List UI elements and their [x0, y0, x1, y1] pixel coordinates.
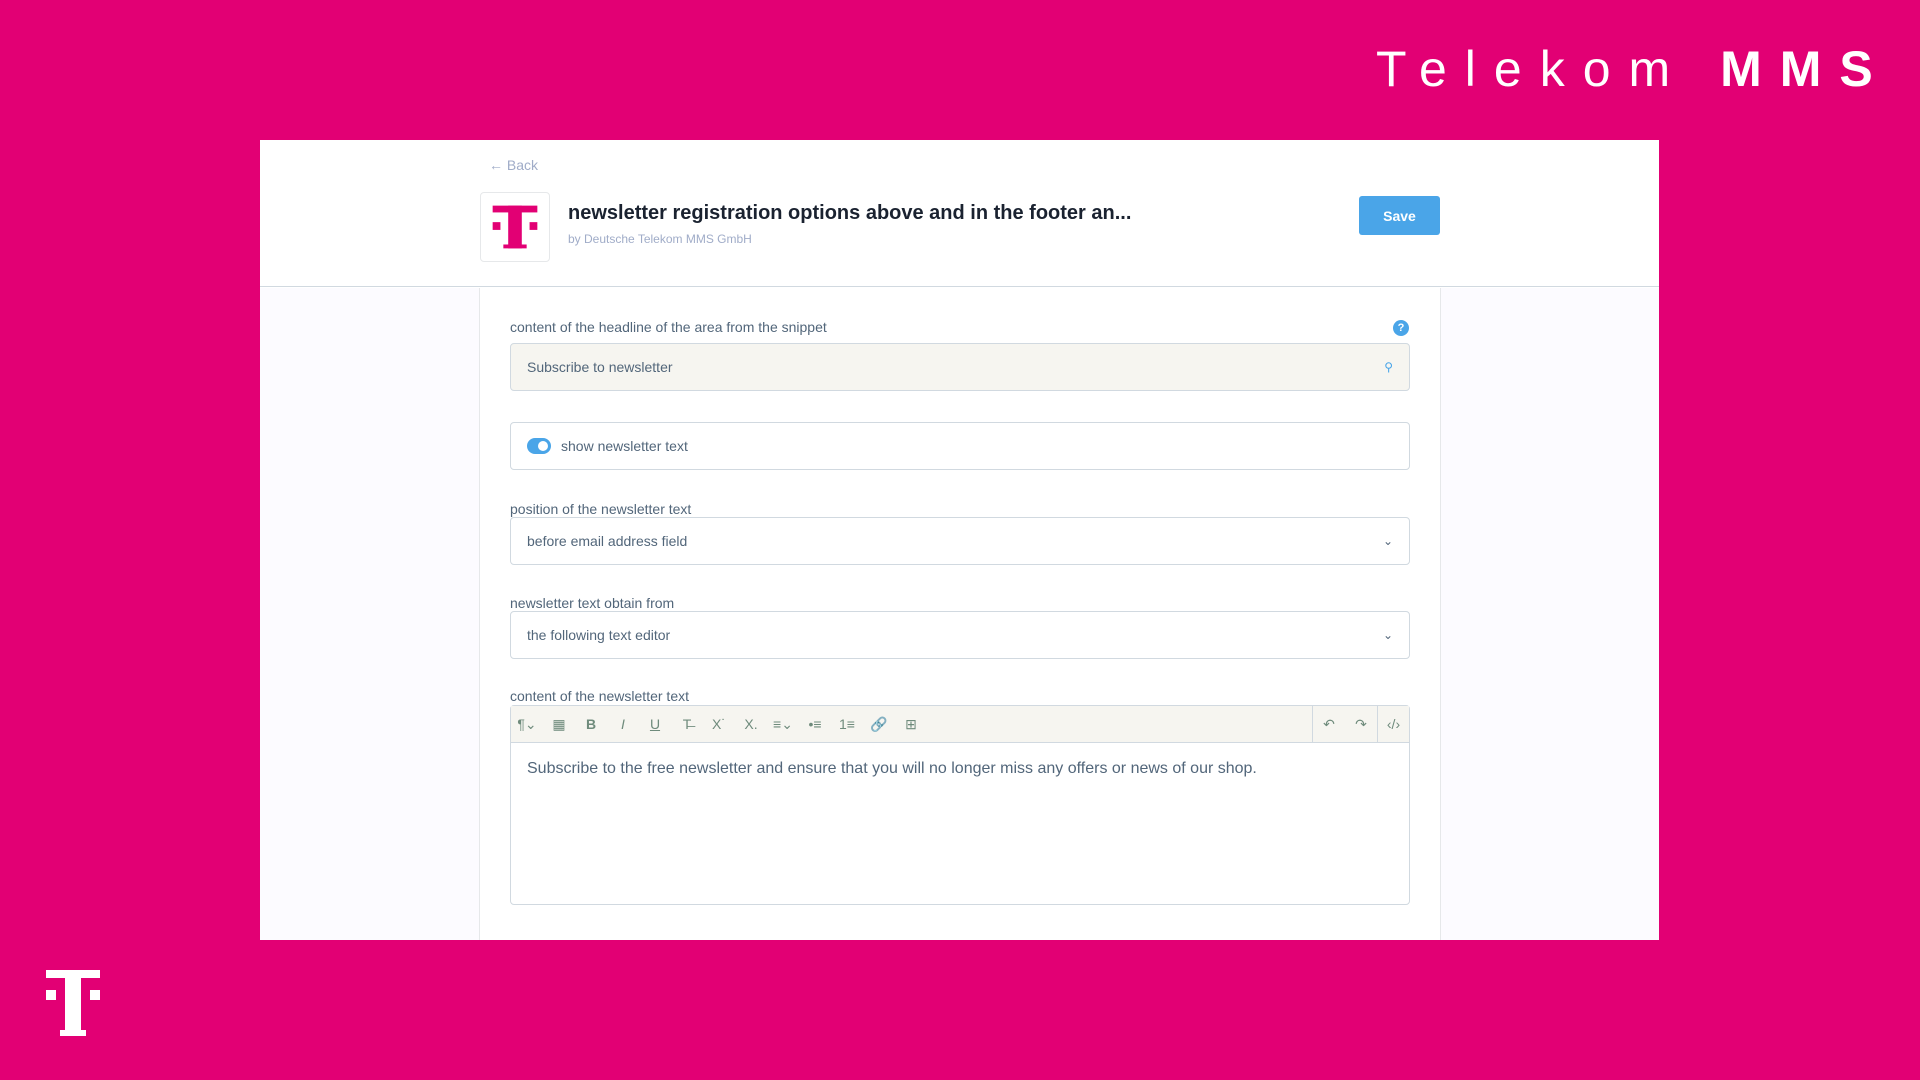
position-select[interactable]: before email address field ⌄ [510, 517, 1410, 565]
table-icon[interactable]: ⊞ [895, 716, 927, 733]
headline-label: content of the headline of the area from… [510, 319, 827, 335]
editor-content[interactable]: Subscribe to the free newsletter and ens… [511, 743, 1409, 795]
translate-globe-icon[interactable]: ⚲ [1384, 360, 1393, 374]
extension-config-panel: ← Back newsletter registration options a… [260, 140, 1659, 940]
underline-icon[interactable]: U [639, 716, 671, 732]
help-icon[interactable]: ? [1393, 320, 1409, 336]
form-area: content of the headline of the area from… [260, 288, 1659, 940]
brand-wordmark: Telekom MMS [1376, 41, 1891, 97]
app-logo [480, 192, 550, 262]
subscript-icon[interactable]: X. [735, 716, 767, 732]
headline-value: Subscribe to newsletter [527, 359, 673, 375]
save-button[interactable]: Save [1359, 196, 1440, 235]
bullet-list-icon[interactable]: •≡ [799, 716, 831, 732]
link-icon[interactable]: 🔗 [863, 716, 895, 733]
code-view-icon[interactable]: ‹/› [1377, 706, 1409, 742]
page-title: newsletter registration options above an… [568, 202, 1132, 224]
obtain-select[interactable]: the following text editor ⌄ [510, 611, 1410, 659]
clear-format-icon[interactable]: ▦ [543, 716, 575, 733]
chevron-down-icon: ⌄ [1382, 628, 1393, 642]
position-label: position of the newsletter text [510, 501, 692, 517]
rich-text-editor[interactable]: ¶⌄ ▦ B I U T̶ X˙ X. ≡⌄ •≡ 1≡ 🔗 ⊞ ↶ ↷ ‹/›… [510, 705, 1410, 905]
italic-icon[interactable]: I [607, 716, 639, 732]
show-text-toggle-row[interactable]: show newsletter text [510, 422, 1410, 470]
toggle-switch[interactable] [527, 438, 551, 454]
align-icon[interactable]: ≡⌄ [767, 716, 799, 733]
bold-icon[interactable]: B [575, 716, 607, 732]
back-link[interactable]: ← Back [489, 157, 538, 173]
headline-input[interactable]: Subscribe to newsletter ⚲ [510, 343, 1410, 391]
obtain-label: newsletter text obtain from [510, 595, 675, 611]
paragraph-format-icon[interactable]: ¶⌄ [511, 716, 543, 733]
vendor-name: by Deutsche Telekom MMS GmbH [568, 232, 752, 246]
telekom-logo [46, 970, 100, 1036]
editor-toolbar: ¶⌄ ▦ B I U T̶ X˙ X. ≡⌄ •≡ 1≡ 🔗 ⊞ ↶ ↷ ‹/› [511, 706, 1409, 743]
content-label: content of the newsletter text [510, 688, 689, 704]
toggle-label: show newsletter text [561, 438, 688, 454]
superscript-icon[interactable]: X˙ [703, 716, 735, 732]
undo-icon[interactable]: ↶ [1313, 716, 1345, 733]
obtain-value: the following text editor [527, 627, 671, 643]
position-value: before email address field [527, 533, 688, 549]
redo-icon[interactable]: ↷ [1345, 716, 1377, 733]
header: ← Back newsletter registration options a… [260, 140, 1659, 287]
chevron-down-icon: ⌄ [1382, 534, 1393, 548]
numbered-list-icon[interactable]: 1≡ [831, 716, 863, 732]
strikethrough-icon[interactable]: T̶ [671, 716, 703, 732]
